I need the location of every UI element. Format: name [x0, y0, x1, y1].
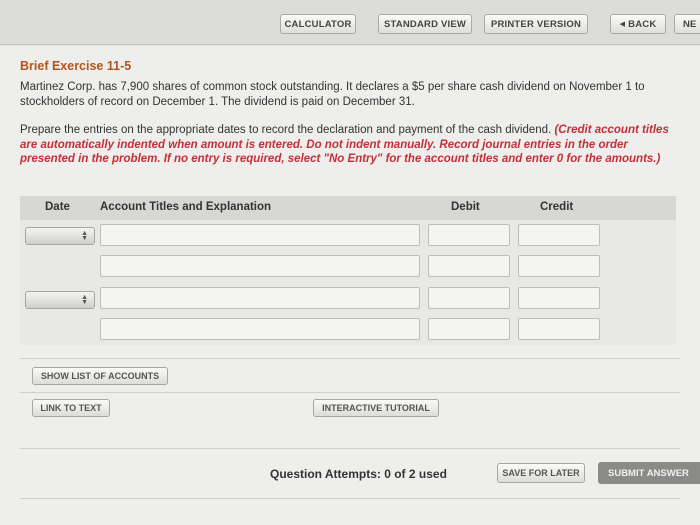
submit-answer-button[interactable]: SUBMIT ANSWER: [598, 462, 700, 484]
chevron-updown-icon: ▲ ▼: [81, 294, 88, 306]
debit-input-3[interactable]: [428, 287, 510, 309]
account-title-input-4[interactable]: [100, 318, 420, 340]
account-title-input-2[interactable]: [100, 255, 420, 277]
divider: [20, 392, 680, 393]
date-select-1[interactable]: ▲ ▼: [25, 227, 95, 245]
credit-input-4[interactable]: [518, 318, 600, 340]
debit-input-4[interactable]: [428, 318, 510, 340]
back-label: BACK: [628, 18, 657, 30]
credit-column-header: Credit: [540, 201, 574, 213]
back-arrow-icon: ◀: [619, 21, 626, 28]
credit-input-3[interactable]: [518, 287, 600, 309]
chevron-updown-icon: ▲ ▼: [81, 230, 88, 242]
date-column-header: Date: [45, 201, 70, 213]
problem-text: Martinez Corp. has 7,900 shares of commo…: [20, 81, 645, 108]
printer-version-button[interactable]: PRINTER VERSION: [484, 14, 588, 34]
account-column-header: Account Titles and Explanation: [100, 201, 272, 213]
journal-table-header: Date Account Titles and Explanation Debi…: [20, 196, 676, 220]
calculator-button[interactable]: CALCULATOR: [280, 14, 356, 34]
account-title-input-3[interactable]: [100, 287, 420, 309]
interactive-tutorial-button[interactable]: INTERACTIVE TUTORIAL: [313, 399, 439, 417]
credit-input-2[interactable]: [518, 255, 600, 277]
back-button[interactable]: ◀ BACK: [610, 14, 666, 34]
credit-input-1[interactable]: [518, 224, 600, 246]
exercise-title: Brief Exercise 11-5: [20, 59, 132, 73]
divider: [20, 448, 680, 449]
debit-input-2[interactable]: [428, 255, 510, 277]
instructions-paragraph: Prepare the entries on the appropriate d…: [20, 123, 680, 167]
top-toolbar: CALCULATOR STANDARD VIEW PRINTER VERSION…: [0, 0, 700, 45]
next-button[interactable]: NE: [674, 14, 700, 34]
link-to-text-button[interactable]: LINK TO TEXT: [32, 399, 110, 417]
account-title-input-1[interactable]: [100, 224, 420, 246]
question-attempts: Question Attempts: 0 of 2 used: [270, 467, 447, 481]
debit-column-header: Debit: [451, 201, 480, 213]
prompt-text: Prepare the entries on the appropriate d…: [20, 124, 552, 136]
debit-input-1[interactable]: [428, 224, 510, 246]
divider: [20, 498, 680, 499]
date-select-2[interactable]: ▲ ▼: [25, 291, 95, 309]
standard-view-button[interactable]: STANDARD VIEW: [378, 14, 472, 34]
divider: [20, 358, 680, 359]
save-for-later-button[interactable]: SAVE FOR LATER: [497, 463, 585, 483]
show-list-of-accounts-button[interactable]: SHOW LIST OF ACCOUNTS: [32, 367, 168, 385]
